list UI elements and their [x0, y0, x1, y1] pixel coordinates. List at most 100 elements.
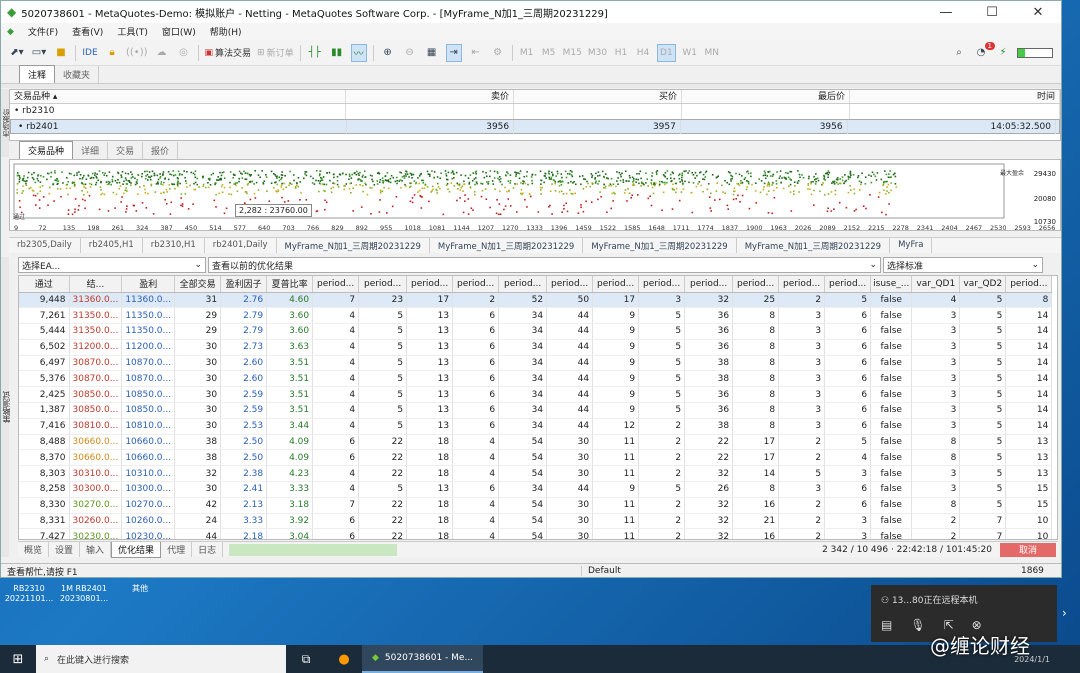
chart-tab[interactable]: MyFrame_N加1_三周期20231229	[583, 238, 737, 253]
col-header[interactable]: period...	[778, 276, 826, 293]
chart-tab[interactable]: rb2310,H1	[143, 238, 205, 253]
col-header[interactable]: period...	[732, 276, 780, 293]
tab-ticks[interactable]: 报价	[143, 142, 179, 159]
col-header[interactable]: 盈利	[121, 276, 176, 293]
zoom-out-icon[interactable]: ⊖	[402, 44, 418, 62]
line-chart-icon[interactable]: 〰	[350, 43, 367, 62]
col-header[interactable]: period...	[498, 276, 548, 293]
maximize-button[interactable]: ☐	[969, 1, 1015, 23]
tf-m1[interactable]: M1	[519, 44, 535, 62]
tab-optimization-results[interactable]: 优化结果	[111, 541, 162, 558]
market-row[interactable]: • rb2310	[10, 104, 1060, 119]
tab-agents[interactable]: 代理	[161, 542, 193, 557]
table-row[interactable]: 7,416 30810.0... 10810.0... 30 2.53 3.44 4 5 13 6…	[19, 418, 1053, 435]
table-row[interactable]: 9,448 31360.0... 11360.0... 31 2.76 4.60 7 23 17…	[19, 292, 1053, 309]
candle-chart-icon[interactable]: ▮▮	[329, 44, 345, 62]
col-header[interactable]: period...	[358, 276, 408, 293]
cloud-icon[interactable]: ☁	[154, 44, 170, 62]
table-row[interactable]: 8,331 30260.0... 10260.0... 24 3.33 3.92 6 22 18…	[19, 513, 1053, 530]
col-header[interactable]: 通过	[19, 276, 70, 293]
navigator-icon[interactable]: ■	[53, 44, 69, 62]
market-row[interactable]: • rb2401 3956 3957 3956 14:05:32.500	[10, 119, 1060, 134]
windows-start-icon[interactable]: ⊞	[0, 652, 36, 667]
menu-window[interactable]: 窗口(W)	[162, 25, 196, 38]
tab-overview[interactable]: 概览	[18, 542, 50, 557]
new-order-button[interactable]: ⊞ 新订单	[257, 44, 294, 62]
col-header[interactable]: period...	[638, 276, 686, 293]
table-row[interactable]: 8,303 30310.0... 10310.0... 32 2.38 4.23 4 22 18…	[19, 465, 1053, 483]
taskbar-app-metatrader[interactable]: ◆ 5020738601 - Me...	[362, 645, 484, 673]
col-header[interactable]: 结...	[69, 276, 123, 293]
tf-h4[interactable]: H4	[635, 44, 651, 62]
firefox-icon[interactable]: ●	[326, 652, 362, 667]
tf-h1[interactable]: H1	[613, 44, 629, 62]
tab-journal[interactable]: 日志	[192, 542, 224, 557]
tab-inputs[interactable]: 输入	[80, 542, 112, 557]
tf-m30[interactable]: M30	[588, 44, 607, 62]
col-header[interactable]: var_QD1	[911, 276, 961, 293]
col-header[interactable]: period...	[546, 276, 594, 293]
chart-tab[interactable]: rb2305,Daily	[9, 238, 81, 253]
connection-icon[interactable]: ⚡	[995, 44, 1011, 62]
vps-icon[interactable]: ◎	[176, 44, 192, 62]
tf-m15[interactable]: M15	[563, 44, 582, 62]
mic-icon[interactable]: 🎙︎	[910, 618, 925, 632]
desktop-icon-other[interactable]: 其他	[120, 584, 160, 594]
tf-d1[interactable]: D1	[657, 43, 676, 62]
tab-symbols[interactable]: 交易品种	[19, 141, 74, 159]
chart-tab[interactable]: MyFrame_N加1_三周期20231229	[430, 238, 584, 253]
col-header[interactable]: var_QD2	[959, 276, 1007, 293]
tf-m5[interactable]: M5	[541, 44, 557, 62]
autoscroll-icon[interactable]: ⇥	[445, 43, 462, 62]
table-row[interactable]: 8,488 30660.0... 10660.0... 38 2.50 4.09 6 22 18…	[19, 434, 1053, 451]
tf-mn[interactable]: MN	[704, 44, 720, 62]
chart-tab[interactable]: MyFrame_N加1_三周期20231229	[277, 238, 430, 253]
col-header[interactable]: 夏普比率	[266, 276, 314, 293]
col-header[interactable]: period...	[406, 276, 454, 293]
col-last[interactable]: 最后价	[682, 90, 850, 103]
grid-icon[interactable]: ▦	[424, 44, 440, 62]
tab-details[interactable]: 详细	[73, 142, 109, 159]
templates-icon[interactable]: ⚙	[490, 44, 506, 62]
chart-tab[interactable]: rb2405,H1	[81, 238, 143, 253]
col-header[interactable]: 全部交易	[174, 276, 222, 293]
profiles-icon[interactable]: ▭▾	[31, 44, 47, 62]
table-row[interactable]: 2,425 30850.0... 10850.0... 30 2.59 3.51 4 5 13 6…	[19, 386, 1053, 404]
minimize-button[interactable]: —	[923, 1, 969, 23]
lock-icon[interactable]: 🔒︎	[104, 44, 120, 62]
zoom-in-icon[interactable]: ⊕	[380, 44, 396, 62]
table-row[interactable]: 5,376 30870.0... 10870.0... 30 2.60 3.51 4 5 13 6…	[19, 370, 1053, 388]
menu-help[interactable]: 帮助(H)	[210, 25, 242, 38]
tf-w1[interactable]: W1	[682, 44, 698, 62]
algo-trading-button[interactable]: ▣ 算法交易	[205, 44, 252, 62]
col-header[interactable]: period...	[452, 276, 500, 293]
close-button[interactable]: ✕	[1015, 1, 1061, 23]
table-row[interactable]: 6,502 31200.0... 11200.0... 30 2.73 3.63 4 5 13 6…	[19, 339, 1053, 356]
search-icon[interactable]: ⌕	[951, 44, 967, 62]
table-row[interactable]: 8,370 30660.0... 10660.0... 38 2.50 4.09 6 22 18…	[19, 449, 1053, 467]
col-symbol[interactable]: 交易品种 ▴	[10, 90, 346, 103]
optimization-chart[interactable]: 9 72 135 198 261 324 387 450 514 577 640 703 766 829 8…	[9, 159, 1061, 232]
chart-tab[interactable]: rb2401,Daily	[205, 238, 277, 253]
tab-settings[interactable]: 设置	[49, 542, 81, 557]
taskbar-search[interactable]: ⌕ 在此键入进行搜索	[36, 645, 286, 673]
table-row[interactable]: 8,330 30270.0... 10270.0... 42 2.13 3.18 7 22 18…	[19, 497, 1053, 514]
col-header[interactable]: period...	[592, 276, 640, 293]
previous-results-dropdown[interactable]: 查看以前的优化结果 ⌄	[208, 257, 881, 273]
table-row[interactable]: 6,497 30870.0... 10870.0... 30 2.60 3.51 4 5 13 6…	[19, 355, 1053, 372]
menu-tools[interactable]: 工具(T)	[117, 25, 148, 38]
notification-icon[interactable]: ◔ 1	[973, 41, 995, 62]
table-row[interactable]: 1,387 30850.0... 10850.0... 30 2.59 3.51 4 5 13 6…	[19, 402, 1053, 419]
col-header[interactable]: period...	[1005, 276, 1053, 293]
table-row[interactable]: 5,444 31350.0... 11350.0... 29 2.79 3.60 4 5 13 6…	[19, 323, 1053, 340]
col-header[interactable]: isuse_...	[870, 276, 913, 293]
col-ask[interactable]: 买价	[514, 90, 682, 103]
new-chart-icon[interactable]: ⬈▾	[9, 44, 25, 62]
tab-comments[interactable]: 注释	[19, 65, 56, 83]
chat-icon[interactable]: ▤	[881, 618, 892, 632]
menu-file[interactable]: 文件(F)	[28, 25, 58, 38]
table-row[interactable]: 7,261 31350.0... 11350.0... 29 2.79 3.60 4 5 13 6…	[19, 307, 1053, 325]
task-view-icon[interactable]: ⧉	[286, 652, 326, 667]
col-header[interactable]: period...	[824, 276, 872, 293]
chart-tab[interactable]: MyFrame_N加1_三周期20231229	[737, 238, 891, 253]
